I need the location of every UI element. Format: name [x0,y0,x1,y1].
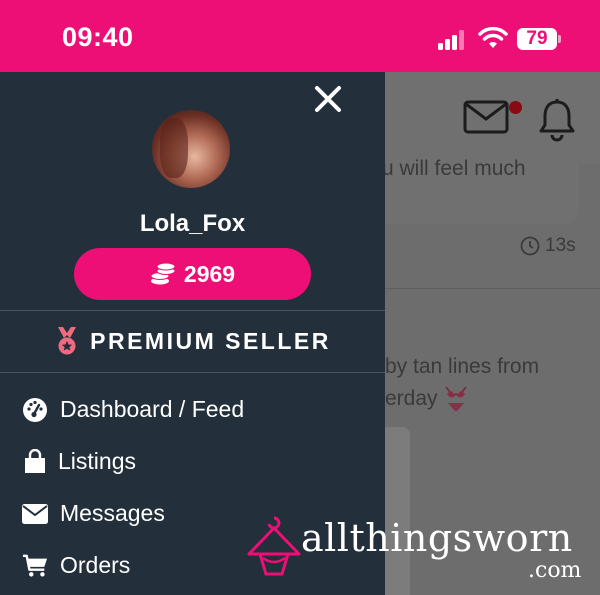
medal-icon [58,327,77,355]
battery-cap [558,35,561,43]
post-text-1: u will feel much [385,157,526,180]
coins-balance-button[interactable]: 2969 [74,248,311,300]
username[interactable]: Lola_Fox [0,210,385,238]
menu-item-label: Messages [60,500,165,526]
hanger-logo-icon [247,516,301,576]
watermark-tld: .com [528,558,582,583]
premium-seller-badge: PREMIUM SELLER [0,310,385,372]
mail-icon[interactable] [463,100,509,134]
clock-icon [520,236,540,256]
menu-item-listings[interactable]: Listings [22,448,136,475]
premium-seller-label: PREMIUM SELLER [90,327,331,354]
bikini-emoji-icon [445,386,467,411]
post-text-2: by tan lines from [385,355,540,378]
wifi-icon [478,26,508,48]
avatar[interactable] [152,110,230,188]
menu-item-orders[interactable]: Orders [22,552,130,579]
post-time: 13s [545,235,576,256]
status-bar: 09:40 79 [0,0,600,72]
battery-indicator: 79 [517,28,557,50]
envelope-icon [22,501,48,527]
bell-icon[interactable] [537,98,577,142]
dashboard-gauge-icon [22,397,48,423]
post-divider [385,288,600,289]
menu-item-messages[interactable]: Messages [22,500,165,527]
background-header [385,72,600,164]
brand-watermark: allthingsworn .com [246,512,596,592]
notification-dot [509,101,522,114]
menu-item-label: Orders [60,552,131,578]
cart-icon [22,553,48,579]
menu-item-label: Listings [58,448,136,474]
coins-icon [150,262,176,285]
divider [0,372,385,373]
coins-amount: 2969 [183,260,236,287]
menu-item-dashboard[interactable]: Dashboard / Feed [22,396,244,423]
close-icon[interactable] [313,84,343,114]
status-time: 09:40 [62,22,134,52]
menu-item-label: Dashboard / Feed [60,396,245,422]
shopping-bag-icon [22,448,48,475]
post-text-3: erday [385,387,438,410]
watermark-brand: allthingsworn [301,516,573,560]
cellular-signal-icon [438,30,466,50]
